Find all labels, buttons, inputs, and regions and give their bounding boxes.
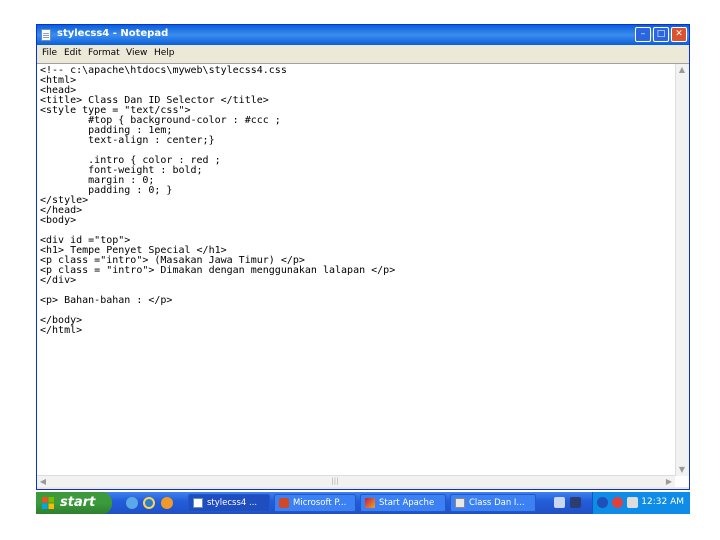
scroll-grip-icon[interactable]: ||| (330, 477, 340, 486)
code-line: <body> (40, 215, 77, 226)
scroll-left-icon[interactable]: ◀ (37, 476, 49, 488)
browser-icon (455, 498, 465, 508)
taskbar-button-label: Start Apache (379, 498, 435, 508)
apache-icon (365, 498, 375, 508)
taskbar-button-apache[interactable]: Start Apache (360, 494, 446, 512)
scroll-right-icon[interactable]: ▶ (663, 476, 675, 488)
start-label: start (60, 495, 96, 510)
menu-view[interactable]: View (126, 48, 147, 58)
code-line: text-align : center;} (40, 135, 215, 146)
minimize-button[interactable]: – (635, 27, 651, 42)
scroll-up-icon[interactable]: ▲ (676, 64, 688, 76)
menu-format[interactable]: Format (88, 48, 120, 58)
menu-help[interactable]: Help (154, 48, 175, 58)
maximize-button[interactable]: □ (653, 27, 669, 42)
tray-back-icon[interactable] (597, 497, 608, 508)
horizontal-scrollbar[interactable]: ◀ ||| ▶ (37, 475, 675, 487)
taskbar-button-browser[interactable]: Class Dan I... (450, 494, 536, 512)
quick-launch-browser-icon[interactable] (143, 497, 155, 509)
clock: 12:32 AM (641, 497, 684, 507)
taskbar-button-powerpoint[interactable]: Microsoft P... (274, 494, 356, 512)
taskbar-button-label: Microsoft P... (293, 498, 347, 508)
menu-file[interactable]: File (42, 48, 57, 58)
notepad-window: stylecss4 - Notepad – □ ✕ File Edit Form… (36, 24, 690, 490)
powerpoint-icon (279, 498, 289, 508)
taskbar-button-label: stylecss4 ... (207, 498, 258, 508)
text-editor[interactable]: <!-- c:\apache\htdocs\myweb\stylecss4.cs… (37, 63, 689, 487)
window-title: stylecss4 - Notepad (57, 28, 169, 39)
start-button[interactable]: start (36, 492, 112, 514)
code-line: <p class = "intro"> Dimakan dengan mengg… (40, 265, 396, 276)
code-line: <!-- c:\apache\htdocs\myweb\stylecss4.cs… (40, 65, 287, 76)
tray-language-icon[interactable] (570, 497, 581, 508)
taskbar-button-label: Class Dan I... (469, 498, 525, 508)
close-button[interactable]: ✕ (671, 27, 687, 42)
tray-tool-icon[interactable] (554, 497, 565, 508)
menu-bar: File Edit Format View Help (37, 45, 689, 61)
quick-launch-email-icon[interactable] (126, 497, 138, 509)
notepad-icon (41, 29, 51, 41)
taskbar: start stylecss4 ... Microsoft P... Start… (36, 492, 690, 514)
menu-edit[interactable]: Edit (64, 48, 81, 58)
code-line: <p> Bahan-bahan : </p> (40, 295, 173, 306)
scroll-down-icon[interactable]: ▼ (676, 464, 688, 476)
windows-logo-icon (42, 497, 54, 509)
tray-network-icon[interactable] (627, 497, 638, 508)
taskbar-button-notepad[interactable]: stylecss4 ... (188, 494, 270, 512)
code-line: </html> (40, 325, 83, 336)
notepad-icon (193, 498, 203, 508)
tray-shield-icon[interactable] (612, 497, 623, 508)
vertical-scrollbar[interactable]: ▲ ▼ (675, 64, 689, 476)
title-bar[interactable]: stylecss4 - Notepad – □ ✕ (37, 25, 689, 45)
system-tray: 12:32 AM (592, 492, 690, 514)
code-line: </div> (40, 275, 77, 286)
quick-launch-media-icon[interactable] (161, 497, 173, 509)
